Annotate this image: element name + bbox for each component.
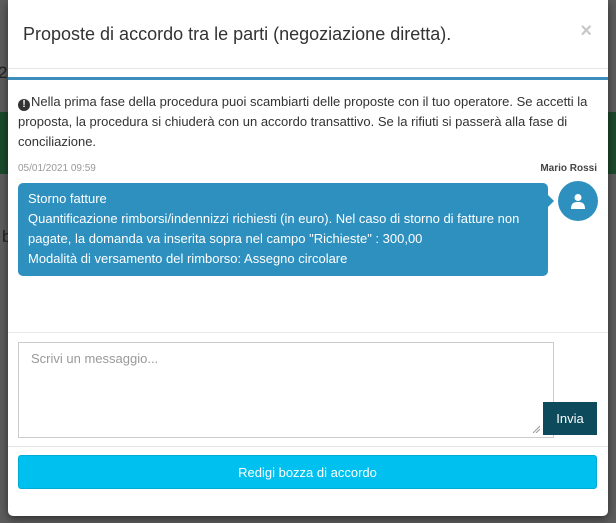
message-line: Quantificazione rimborsi/indennizzi rich… <box>28 211 520 246</box>
draft-agreement-button[interactable]: Redigi bozza di accordo <box>18 455 597 489</box>
resize-grip-icon[interactable] <box>532 425 540 433</box>
user-icon <box>571 194 585 209</box>
message-line: Modalità di versamento del rimborso: Ass… <box>28 251 348 266</box>
background-page-number: 2 <box>0 63 8 82</box>
info-text: Nella prima fase della procedura puoi sc… <box>18 94 588 149</box>
chat-area[interactable]: ! Nella prima fase della procedura puoi s… <box>8 77 608 333</box>
exclamation-circle-icon: ! <box>18 99 30 111</box>
message-timestamp: 05/01/2021 09:59 <box>18 163 96 174</box>
modal-title: Proposte di accordo tra le parti (negozi… <box>23 24 452 44</box>
send-button[interactable]: Invia <box>543 402 597 435</box>
background-page-band-right <box>608 112 616 174</box>
message-line: Storno fatture <box>28 191 107 206</box>
modal-header: Proposte di accordo tra le parti (negozi… <box>8 0 608 69</box>
message-author: Mario Rossi <box>540 163 597 174</box>
negotiation-modal: Proposte di accordo tra le parti (negozi… <box>8 0 608 516</box>
message-bubble: Storno fatture Quantificazione rimborsi/… <box>18 183 554 276</box>
info-notice: ! Nella prima fase della procedura puoi s… <box>18 92 603 152</box>
message-input[interactable] <box>18 342 554 438</box>
close-button[interactable]: × <box>580 20 592 43</box>
footer-divider <box>8 446 608 447</box>
avatar <box>558 181 598 221</box>
